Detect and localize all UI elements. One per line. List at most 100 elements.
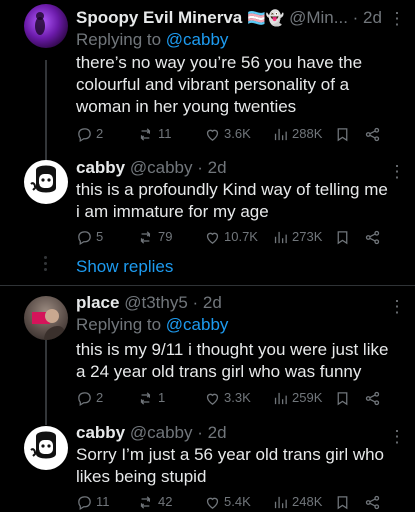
bookmark-icon <box>337 127 348 141</box>
share-icon <box>365 127 380 141</box>
divider <box>0 285 415 286</box>
bookmark-icon <box>337 495 348 509</box>
tweet-text-line: colourful and vibrant personality of a <box>76 75 350 94</box>
tweet-text-line: this is a profoundly Kind way of telling… <box>76 180 388 199</box>
timestamp[interactable]: · 2d <box>197 158 226 177</box>
show-replies-link[interactable]: Show replies <box>76 256 173 278</box>
views-button[interactable]: 273K <box>272 227 322 247</box>
like-count: 10.7K <box>224 229 258 244</box>
display-name[interactable]: place <box>76 293 119 312</box>
heart-icon <box>206 393 219 405</box>
views-icon <box>274 231 287 243</box>
reply-count: 2 <box>96 126 104 141</box>
reply-button[interactable]: 5 <box>76 227 103 247</box>
retweet-count: 42 <box>158 494 173 509</box>
retweet-button[interactable]: 79 <box>138 227 172 247</box>
heart-icon <box>206 232 219 244</box>
like-button[interactable]: 3.6K <box>204 124 251 144</box>
avatar[interactable] <box>24 4 68 48</box>
tweet-text: Sorry I’m just a 56 year old trans girl … <box>76 444 396 488</box>
reply-count: 5 <box>96 229 104 244</box>
views-button[interactable]: 259K <box>272 388 322 408</box>
display-name[interactable]: Spoopy Evil Minerva <box>76 8 242 27</box>
reply-icon <box>78 127 91 142</box>
retweet-button[interactable]: 11 <box>138 124 172 144</box>
views-icon <box>274 128 287 140</box>
display-name[interactable]: cabby <box>76 423 125 442</box>
tweet[interactable]: cabby @cabby · 2d ⋮ this is a profoundly… <box>0 155 415 255</box>
timestamp[interactable]: · 2d <box>197 423 226 442</box>
more-options-icon[interactable]: ⋮ <box>387 428 407 445</box>
timestamp[interactable]: · 2d <box>193 293 222 312</box>
like-count: 3.3K <box>224 390 251 405</box>
avatar[interactable] <box>24 160 68 204</box>
share-button[interactable] <box>364 492 381 512</box>
views-button[interactable]: 288K <box>272 124 322 144</box>
display-name[interactable]: cabby <box>76 158 125 177</box>
bookmark-icon <box>337 230 348 244</box>
reply-count: 11 <box>96 494 110 509</box>
avatar-figure-icon <box>32 309 66 340</box>
mention-link[interactable]: @cabby <box>166 315 229 334</box>
bookmark-icon <box>337 391 348 405</box>
retweet-button[interactable]: 1 <box>138 388 165 408</box>
avatar-figure-icon <box>35 12 45 35</box>
tweet-text-line: Sorry I’m just a 56 year old trans girl … <box>76 445 385 464</box>
avatar-figure-icon <box>30 431 56 459</box>
flag-ghost-emoji: 🏳️‍⚧️👻 <box>247 10 285 27</box>
bookmark-button[interactable] <box>334 388 351 408</box>
retweet-count: 79 <box>158 229 173 244</box>
avatar[interactable] <box>24 426 68 470</box>
mention-link[interactable]: @cabby <box>166 30 229 49</box>
share-button[interactable] <box>364 388 381 408</box>
reply-icon <box>78 391 91 406</box>
bookmark-button[interactable] <box>334 227 351 247</box>
tweet-text: this is a profoundly Kind way of telling… <box>76 179 396 223</box>
views-count: 259K <box>292 390 323 405</box>
share-icon <box>365 391 380 405</box>
action-bar: 11 42 5.4K 248K <box>76 492 396 512</box>
heart-icon <box>206 497 219 509</box>
bookmark-button[interactable] <box>334 124 351 144</box>
like-button[interactable]: 3.3K <box>204 388 251 408</box>
views-icon <box>274 496 287 508</box>
retweet-button[interactable]: 42 <box>138 492 172 512</box>
retweet-icon <box>140 495 151 509</box>
like-button[interactable]: 10.7K <box>204 227 258 247</box>
action-bar: 2 11 3.6K 288K <box>76 124 396 144</box>
bookmark-button[interactable] <box>334 492 351 512</box>
retweet-icon <box>140 391 151 405</box>
tweet-header: cabby @cabby · 2d <box>76 157 385 179</box>
like-button[interactable]: 5.4K <box>204 492 251 512</box>
views-button[interactable]: 248K <box>272 492 322 512</box>
share-button[interactable] <box>364 227 381 247</box>
share-icon <box>365 495 380 509</box>
timestamp[interactable]: · 2d <box>353 8 382 27</box>
tweet-text-line: likes being stupid <box>76 467 207 486</box>
tweet[interactable]: Spoopy Evil Minerva 🏳️‍⚧️👻 @Min... · 2d … <box>0 0 415 160</box>
share-button[interactable] <box>364 124 381 144</box>
handle[interactable]: @cabby <box>130 158 193 177</box>
views-icon <box>274 392 287 404</box>
more-options-icon[interactable]: ⋮ <box>387 163 407 180</box>
tweet[interactable]: place @t3thy5 · 2d ⋮ Replying to @cabby … <box>0 290 415 420</box>
avatar[interactable] <box>24 296 68 340</box>
replying-to: Replying to @cabby <box>76 29 228 51</box>
reply-button[interactable]: 2 <box>76 124 103 144</box>
reply-button[interactable]: 2 <box>76 388 103 408</box>
reply-button[interactable]: 11 <box>76 492 110 512</box>
replying-to-label: Replying to <box>76 30 162 49</box>
thread-dots <box>44 256 48 274</box>
handle[interactable]: @t3thy5 <box>124 293 188 312</box>
reply-count: 2 <box>96 390 104 405</box>
more-options-icon[interactable]: ⋮ <box>387 298 407 315</box>
tweet[interactable]: cabby @cabby · 2d ⋮ Sorry I’m just a 56 … <box>0 418 415 512</box>
handle[interactable]: @Min... <box>289 8 348 27</box>
tweet-header: Spoopy Evil Minerva 🏳️‍⚧️👻 @Min... · 2d <box>76 7 385 29</box>
more-options-icon[interactable]: ⋮ <box>387 10 407 27</box>
handle[interactable]: @cabby <box>130 423 193 442</box>
retweet-count: 11 <box>158 126 172 141</box>
tweet-header: cabby @cabby · 2d <box>76 422 385 444</box>
tweet-text-line: a 24 year old trans girl who was funny <box>76 362 362 381</box>
like-count: 3.6K <box>224 126 251 141</box>
